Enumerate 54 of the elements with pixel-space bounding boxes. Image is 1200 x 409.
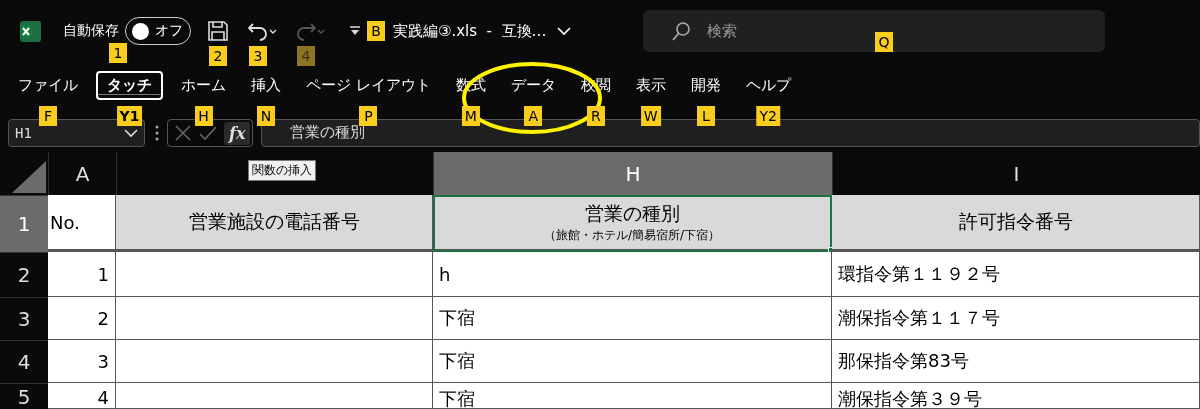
table-cell: h bbox=[433, 252, 832, 297]
search-icon bbox=[671, 21, 691, 41]
table-cell: 4 bbox=[48, 383, 116, 409]
autosave-label: 自動保存 bbox=[63, 22, 119, 40]
vertical-dots-icon[interactable] bbox=[155, 125, 159, 141]
excel-logo-icon bbox=[20, 20, 41, 42]
insert-function-button[interactable]: fx bbox=[224, 121, 251, 145]
table-cell: 環指令第１１９２号 bbox=[832, 252, 1200, 297]
keytip-badge: 2 bbox=[209, 46, 227, 66]
cross-icon bbox=[174, 124, 192, 142]
keytip-badge: Q bbox=[875, 32, 893, 52]
table-cell: 許可指令番号 bbox=[832, 195, 1200, 252]
keytip-badge: F bbox=[39, 106, 57, 126]
keytip-badge: B bbox=[367, 21, 385, 41]
cancel-button[interactable] bbox=[174, 124, 192, 142]
keytip-badge: 3 bbox=[249, 46, 267, 66]
keytip-badge: R bbox=[586, 106, 605, 126]
keytip-badge: M bbox=[461, 106, 480, 126]
table-cell: 営業施設の電話番号 bbox=[116, 195, 433, 252]
cell-subtitle: （旅館・ホテル/簡易宿所/下宿） bbox=[543, 226, 721, 244]
table-cell: 3 bbox=[48, 340, 116, 383]
keytip-badge: N bbox=[257, 106, 275, 126]
keytip-badge: Y2 bbox=[756, 106, 780, 126]
table-cell: 那保指令第83号 bbox=[832, 340, 1200, 383]
chevron-down-icon[interactable] bbox=[124, 128, 138, 138]
keytip-badge: A bbox=[524, 106, 543, 126]
keytip-badge: 1 bbox=[109, 43, 127, 63]
caret-icon bbox=[349, 25, 361, 37]
keytip-badge: P bbox=[359, 106, 378, 126]
redo-icon bbox=[295, 20, 325, 42]
table-cell: No. bbox=[48, 195, 116, 252]
tooltip: 関数の挿入 bbox=[248, 160, 316, 181]
table-cell: 潮保指令第３９号 bbox=[832, 383, 1200, 409]
table-cell: 1 bbox=[48, 252, 116, 297]
file-title: 実践編③.xls - 互換… bbox=[393, 21, 547, 41]
undo-icon bbox=[247, 20, 277, 42]
table-cell: 2 bbox=[48, 297, 116, 340]
enter-button[interactable] bbox=[198, 124, 218, 142]
table-cell: 下宿 bbox=[433, 340, 832, 383]
check-icon bbox=[198, 124, 218, 142]
customize-button[interactable] bbox=[349, 25, 361, 37]
save-icon bbox=[207, 20, 229, 42]
keytip-badge: W bbox=[640, 106, 661, 126]
name-box-value: H1 bbox=[15, 125, 32, 141]
table-cell: 潮保指令第１１７号 bbox=[832, 297, 1200, 340]
keytip-badge: Y1 bbox=[116, 106, 143, 126]
cell-title: 営業の種別 bbox=[584, 200, 680, 226]
table-cell: 下宿 bbox=[433, 383, 832, 409]
table-cell: 下宿 bbox=[433, 297, 832, 340]
row-header[interactable]: 1 bbox=[0, 195, 48, 252]
column-header[interactable]: H bbox=[433, 152, 832, 195]
keytip-badge: 4 bbox=[297, 46, 315, 66]
keytip-badge: L bbox=[696, 106, 715, 126]
keytip-badge: H bbox=[194, 106, 213, 126]
